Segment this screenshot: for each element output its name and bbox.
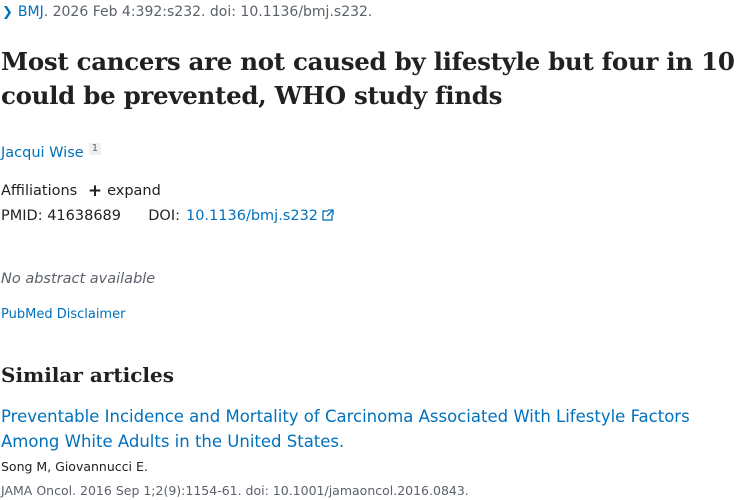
similar-article-title-line-2[interactable]: Among White Adults in the United States. (1, 429, 750, 454)
similar-articles-heading: Similar articles (1, 363, 174, 387)
doi-value[interactable]: 10.1136/bmj.s232 (186, 208, 318, 224)
citation-details: . 2026 Feb 4:392:s232. doi: 10.1136/bmj.… (43, 4, 373, 20)
chevron-right-icon[interactable]: ❯ (2, 5, 13, 20)
expand-label: expand (107, 183, 161, 199)
journal-link[interactable]: BMJ (18, 4, 44, 20)
pmid-value: 41638689 (47, 208, 122, 224)
affiliations-label: Affiliations (1, 183, 78, 199)
doi-label: DOI: (148, 208, 180, 224)
affiliations-row: Affiliations + expand (1, 180, 161, 201)
doi-link[interactable]: 10.1136/bmj.s232 (186, 208, 335, 224)
pmid-label: PMID: (1, 208, 43, 224)
similar-article-source: JAMA Oncol. 2016 Sep 1;2(9):1154-61. doi… (1, 483, 469, 498)
identifiers-row: PMID: 41638689 DOI: 10.1136/bmj.s232 (1, 208, 335, 224)
similar-article-title-link[interactable]: Preventable Incidence and Mortality of C… (1, 404, 750, 454)
article-title: Most cancers are not caused by lifestyle… (1, 45, 750, 113)
no-abstract-text: No abstract available (1, 271, 156, 287)
article-page: ❯ BMJ. 2026 Feb 4:392:s232. doi: 10.1136/… (0, 0, 750, 500)
plus-icon: + (87, 181, 103, 201)
external-link-icon (322, 209, 335, 221)
affiliation-ref-badge[interactable]: 1 (88, 143, 102, 155)
similar-article-authors: Song M, Giovannucci E. (1, 459, 148, 474)
similar-article-title-line-1[interactable]: Preventable Incidence and Mortality of C… (1, 404, 750, 429)
citation-line: ❯ BMJ. 2026 Feb 4:392:s232. doi: 10.1136/… (2, 4, 372, 20)
article-title-line-1: Most cancers are not caused by lifestyle… (1, 47, 735, 76)
author-name[interactable]: Jacqui Wise (1, 145, 84, 161)
pubmed-disclaimer-link[interactable]: PubMed Disclaimer (1, 307, 125, 322)
author-link[interactable]: Jacqui Wise 1 (1, 143, 102, 161)
expand-button[interactable]: + expand (87, 181, 161, 201)
article-title-line-2: could be prevented, WHO study finds (1, 81, 503, 110)
